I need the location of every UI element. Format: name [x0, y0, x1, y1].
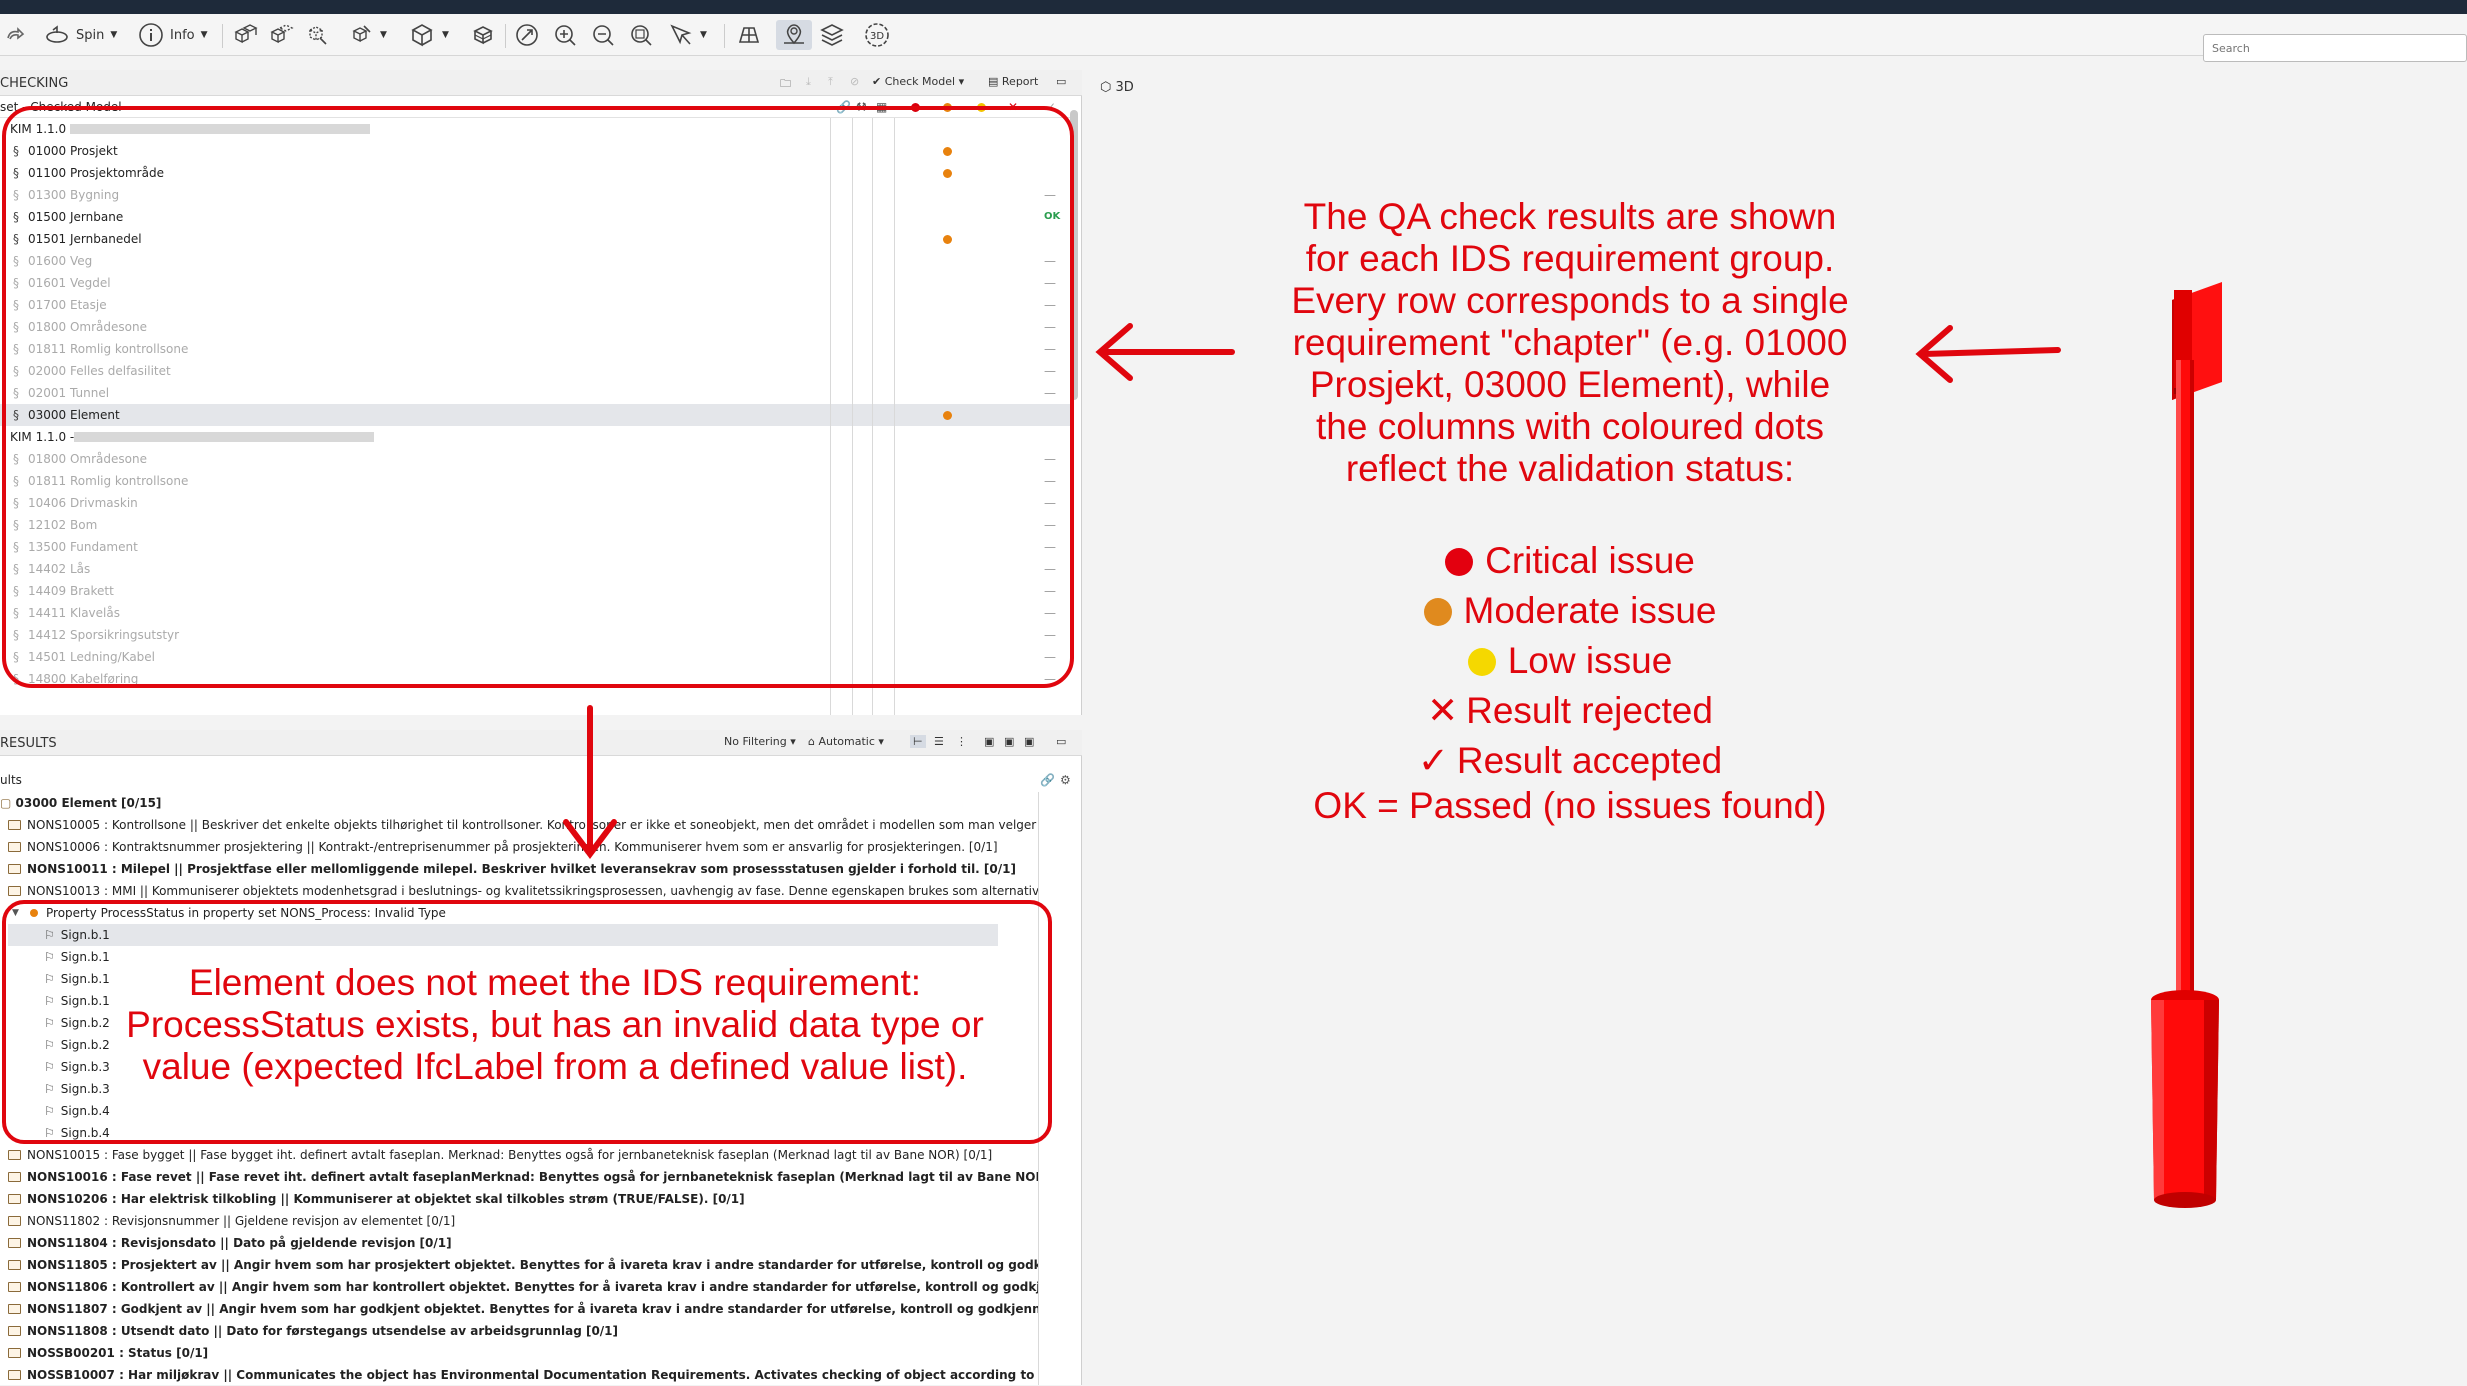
legend-label: Moderate issue [1463, 590, 1717, 631]
issue-explanation-text: Element does not meet the IDS requiremen… [100, 962, 1010, 1088]
legend-label: Critical issue [1485, 540, 1695, 581]
legend-item: Critical issue [1250, 536, 1890, 586]
annotation-line: Every row corresponds to a single [1291, 280, 1849, 321]
legend-dot-icon [1467, 648, 1496, 676]
legend-item: Moderate issue [1250, 586, 1890, 636]
annotation-line: value (expected IfcLabel from a defined … [142, 1046, 968, 1087]
legend-label: Result rejected [1466, 690, 1713, 731]
annotation-line: Prosjekt, 03000 Element), while [1309, 364, 1831, 405]
legend-dot-icon [1423, 598, 1452, 626]
annotation-line: reflect the validation status: [1345, 448, 1795, 489]
annotation-line: ProcessStatus exists, but has an invalid… [126, 1004, 984, 1045]
annotation-arrows [563, 323, 2061, 859]
legend-item: ✓ Result accepted [1250, 736, 1890, 786]
annotation-line: the columns with coloured dots [1316, 406, 1824, 447]
legend-dot-icon [1445, 548, 1474, 576]
legend-glyph-icon: ✓ [1417, 740, 1449, 781]
annotation-line: for each IDS requirement group. [1305, 238, 1835, 279]
legend-item: ✕ Result rejected [1250, 686, 1890, 736]
legend-item: OK = Passed (no issues found) [1250, 786, 1890, 826]
annotation-line: Element does not meet the IDS requiremen… [188, 962, 922, 1003]
legend-label: Low issue [1507, 640, 1673, 681]
status-legend: Critical issue Moderate issue Low issue ✕ Re… [1250, 536, 1890, 826]
arrow-from-model [1921, 347, 2061, 357]
legend-label: Result accepted [1456, 740, 1723, 781]
legend-label: OK = Passed (no issues found) [1313, 785, 1827, 826]
annotation-line: requirement "chapter" (e.g. 01000 [1292, 322, 1848, 363]
annotation-line: The QA check results are shown [1303, 196, 1837, 237]
legend-item: Low issue [1250, 636, 1890, 686]
legend-glyph-icon: ✕ [1427, 690, 1459, 731]
qa-explanation-text: The QA check results are shown for each I… [1250, 196, 1890, 490]
